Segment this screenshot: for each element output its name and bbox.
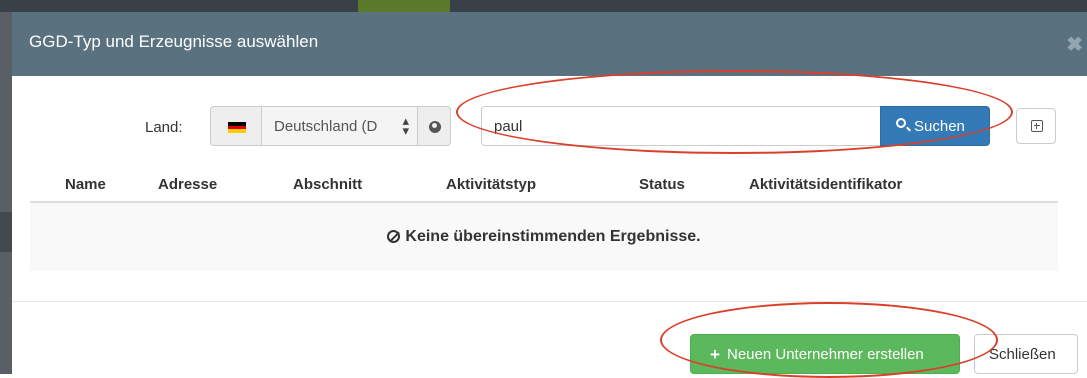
modal-header: GGD-Typ und Erzeugnisse auswählen ✖ (12, 12, 1087, 76)
expand-button[interactable] (1016, 108, 1056, 144)
footer-divider (12, 301, 1087, 302)
background-page-strip (0, 0, 1087, 12)
close-button-label: Schließen (989, 346, 1056, 363)
create-entrepreneur-button[interactable]: + Neuen Unternehmer erstellen (690, 334, 960, 374)
search-button-label: Suchen (914, 118, 965, 135)
empty-results-row: Keine übereinstimmenden Ergebnisse. (30, 203, 1058, 271)
plus-icon: + (710, 345, 720, 364)
close-icon[interactable]: ✖ (1066, 32, 1083, 57)
land-label: Land: (145, 119, 183, 136)
german-flag-icon (228, 122, 246, 133)
select-arrows-icon: ▴ ▾ (402, 113, 409, 138)
column-header-address[interactable]: Adresse (158, 176, 217, 193)
close-button[interactable]: Schließen (974, 334, 1078, 374)
column-header-activity-id[interactable]: Aktivitätsidentifikator (749, 176, 902, 193)
globe-icon (429, 121, 441, 133)
country-select-value: Deutschland (D (274, 118, 378, 135)
ggd-selection-modal: GGD-Typ und Erzeugnisse auswählen ✖ Land… (12, 12, 1087, 374)
ban-icon (387, 230, 401, 243)
create-entrepreneur-label: Neuen Unternehmer erstellen (727, 346, 924, 363)
empty-results-message: Keine übereinstimmenden Ergebnisse. (30, 228, 1058, 246)
country-select[interactable]: Deutschland (D ▴ ▾ (261, 106, 418, 146)
search-icon (896, 118, 906, 128)
column-header-section[interactable]: Abschnitt (293, 176, 362, 193)
empty-results-text: Keine übereinstimmenden Ergebnisse. (405, 228, 701, 245)
column-header-name[interactable]: Name (65, 176, 106, 193)
search-button[interactable]: Suchen (880, 106, 990, 146)
background-tab (358, 0, 450, 12)
background-marker (0, 212, 12, 252)
country-flag-button[interactable] (210, 106, 262, 146)
column-header-activity-type[interactable]: Aktivitätstyp (446, 176, 536, 193)
background-page-edge (0, 12, 12, 374)
plus-square-icon (1031, 120, 1043, 132)
column-header-status[interactable]: Status (639, 176, 685, 193)
search-input[interactable] (481, 106, 881, 146)
globe-button[interactable] (417, 106, 451, 146)
modal-title: GGD-Typ und Erzeugnisse auswählen (29, 32, 319, 51)
